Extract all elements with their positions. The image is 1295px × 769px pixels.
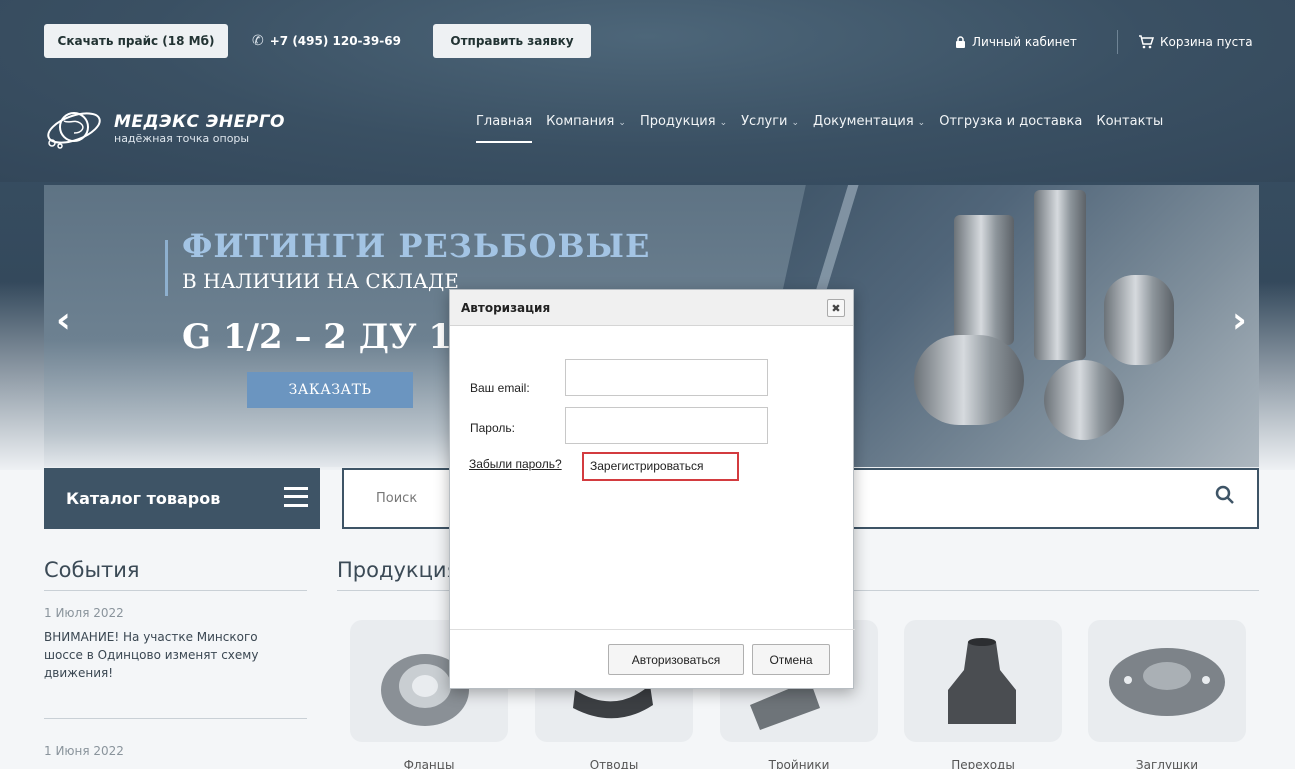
fitting-image <box>1044 360 1124 440</box>
nav-label: Контакты <box>1096 114 1164 129</box>
cart-icon <box>1139 35 1154 49</box>
search-placeholder: Поиск <box>376 491 418 506</box>
cart-link[interactable]: Корзина пуста <box>1138 35 1253 49</box>
products-title: Продукция <box>337 558 460 582</box>
nav-item-home[interactable]: Главная <box>476 114 533 143</box>
nav-label: Продукция <box>639 114 716 129</box>
chevron-down-icon: ⌄ <box>791 118 800 128</box>
download-price-button[interactable]: Скачать прайс (18 Мб) <box>44 24 228 58</box>
forgot-password-link[interactable]: Забыли пароль? <box>469 457 562 471</box>
product-label: Переходы <box>951 758 1015 769</box>
chevron-left-icon[interactable]: ‹ <box>56 300 71 341</box>
cap-image <box>1109 648 1225 716</box>
catalog-label: Каталог товаров <box>66 489 221 508</box>
dialog-footer: Авторизоваться Отмена <box>450 629 855 688</box>
main-nav: Главная Компания ⌄ Продукция ⌄ Услуги ⌄ Док… <box>476 114 1163 143</box>
fitting-image <box>954 215 1014 345</box>
search-icon[interactable] <box>1215 485 1235 505</box>
product-card-caps[interactable] <box>1088 620 1246 742</box>
phone-link[interactable]: ✆ +7 (495) 120-39-69 <box>252 33 401 49</box>
cart-label: Корзина пуста <box>1160 35 1253 49</box>
lock-icon <box>956 36 965 48</box>
order-button[interactable]: ЗАКАЗАТЬ <box>247 372 413 408</box>
cancel-button[interactable]: Отмена <box>752 644 830 675</box>
banner-accent-bar <box>165 240 168 296</box>
fitting-image <box>914 335 1024 425</box>
menu-icon <box>284 487 308 507</box>
nav-label: Главная <box>476 114 533 129</box>
account-label: Личный кабинет <box>972 35 1077 49</box>
event-date: 1 Июля 2022 <box>44 606 124 620</box>
event-link[interactable]: ВНИМАНИЕ! На участке Минского шоссе в Од… <box>44 628 294 682</box>
email-label: Ваш email: <box>470 381 530 395</box>
catalog-button[interactable]: Каталог товаров <box>44 468 320 529</box>
password-label: Пароль: <box>470 421 515 435</box>
password-field[interactable] <box>565 407 768 444</box>
events-title: События <box>44 558 140 582</box>
fitting-image <box>1104 275 1174 365</box>
logo[interactable]: МЕДЭКС ЭНЕРГО надёжная точка опоры <box>44 105 285 151</box>
banner-subtitle: В НАЛИЧИИ НА СКЛАДЕ <box>182 269 459 293</box>
nav-item-company[interactable]: Компания ⌄ <box>546 114 626 129</box>
send-request-button[interactable]: Отправить заявку <box>433 24 591 58</box>
globe-logo-icon <box>47 112 101 149</box>
product-label: Фланцы <box>403 758 455 769</box>
nav-item-contacts[interactable]: Контакты <box>1096 114 1163 129</box>
event-date: 1 Июня 2022 <box>44 744 124 758</box>
divider <box>44 718 307 719</box>
close-icon[interactable]: ✖ <box>827 299 845 317</box>
nav-label: Компания <box>546 114 615 129</box>
chevron-down-icon: ⌄ <box>719 118 728 128</box>
phone-number: +7 (495) 120-39-69 <box>269 34 401 48</box>
nav-label: Отгрузка и доставка <box>939 114 1083 129</box>
auth-dialog: Авторизация ✖ Ваш email: Пароль: Забыли … <box>449 289 855 689</box>
logo-title: МЕДЭКС ЭНЕРГО <box>114 111 285 132</box>
chevron-down-icon: ⌄ <box>618 118 626 128</box>
dialog-header: Авторизация <box>450 290 853 326</box>
phone-icon: ✆ <box>252 33 264 49</box>
nav-label: Услуги <box>741 114 788 129</box>
reducer-image <box>948 638 1016 724</box>
nav-item-services[interactable]: Услуги ⌄ <box>741 114 799 129</box>
product-label: Отводы <box>589 758 639 769</box>
divider <box>1117 30 1118 54</box>
dialog-title: Авторизация <box>461 300 551 315</box>
nav-item-documentation[interactable]: Документация ⌄ <box>813 114 925 129</box>
product-label: Тройники <box>768 758 830 769</box>
banner-title: ФИТИНГИ РЕЗЬБОВЫЕ <box>182 227 651 265</box>
chevron-right-icon[interactable]: › <box>1232 300 1247 341</box>
nav-label: Документация <box>813 114 914 129</box>
product-card-reducers[interactable] <box>904 620 1062 742</box>
logo-subtitle: надёжная точка опоры <box>114 131 250 145</box>
register-link[interactable]: Зарегистрироваться <box>582 452 739 481</box>
divider <box>44 590 307 591</box>
product-label: Заглушки <box>1135 758 1199 769</box>
login-button[interactable]: Авторизоваться <box>608 644 744 675</box>
account-link[interactable]: Личный кабинет <box>955 35 1077 49</box>
nav-item-products[interactable]: Продукция ⌄ <box>640 114 727 129</box>
nav-item-shipping[interactable]: Отгрузка и доставка <box>939 114 1082 129</box>
email-field[interactable] <box>565 359 768 396</box>
fitting-image <box>1034 190 1086 360</box>
chevron-down-icon: ⌄ <box>917 118 926 128</box>
